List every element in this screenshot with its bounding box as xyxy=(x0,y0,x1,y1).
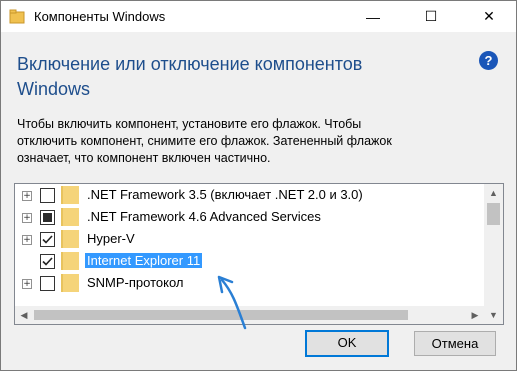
annotation-arrow xyxy=(217,275,247,330)
dialog-window: Компоненты Windows — ☐ ✕ Включение или о… xyxy=(0,0,517,371)
